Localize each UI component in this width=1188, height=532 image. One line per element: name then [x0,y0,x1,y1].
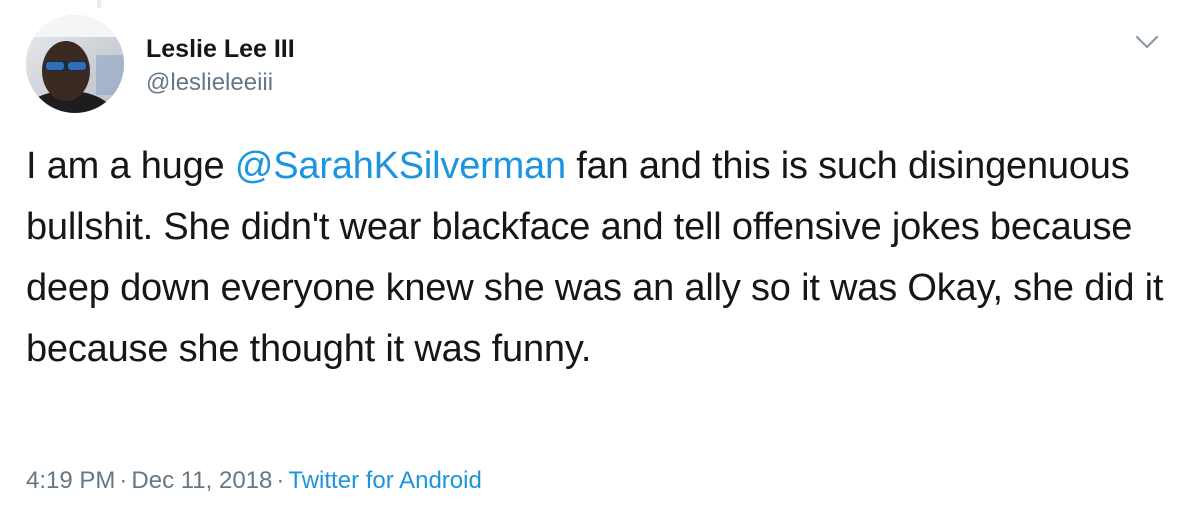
tweet-meta: 4:19 PM · Dec 11, 2018 · Twitter for Android [26,466,482,496]
tweet-card: Leslie Lee III @leslieleeiii I am a huge… [0,0,1188,532]
tweet-time[interactable]: 4:19 PM [26,467,115,494]
chevron-down-icon[interactable] [1132,30,1162,54]
author-handle[interactable]: @leslieleeiii [146,68,295,98]
author-info: Leslie Lee III @leslieleeiii [146,34,295,98]
tweet-source-link[interactable]: Twitter for Android [288,467,481,494]
meta-separator: · [276,467,285,494]
mention-link[interactable]: @SarahKSilverman [235,145,566,187]
tweet-date[interactable]: Dec 11, 2018 [131,467,272,494]
avatar[interactable] [26,15,124,113]
tweet-text: I am a huge @SarahKSilverman fan and thi… [26,136,1176,380]
tweet-text-start: I am a huge [26,145,235,187]
author-display-name[interactable]: Leslie Lee III [146,34,295,64]
thread-line [97,0,101,8]
meta-separator: · [119,467,128,494]
